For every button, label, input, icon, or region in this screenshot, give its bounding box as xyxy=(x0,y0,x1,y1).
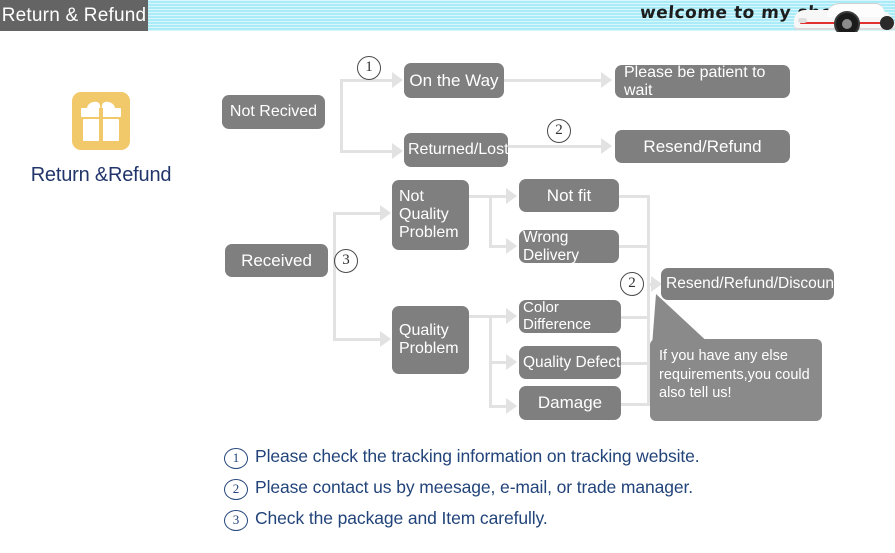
collector-from-not-fit xyxy=(619,195,650,198)
note-number: 1 xyxy=(224,448,248,469)
node-not-recived: Not Recived xyxy=(222,95,325,129)
arrow-to-not-quality-problem xyxy=(380,205,391,221)
note-text: Check the package and Item carefully. xyxy=(255,508,548,528)
arrow-to-quality-problem xyxy=(380,331,391,347)
sports-car-icon xyxy=(792,2,895,32)
arrow-to-resend-refund xyxy=(601,138,612,154)
connector-on-the-way-to-wait xyxy=(504,79,604,82)
note-text: Please contact us by meesage, e-mail, or… xyxy=(255,477,694,497)
connector-to-returned-lost xyxy=(340,150,396,153)
arrow-to-wrong-delivery xyxy=(506,238,517,254)
return-refund-badge: Return &Refund xyxy=(25,92,177,187)
arrow-to-on-the-way xyxy=(392,72,403,88)
node-quality-problem: Quality Problem xyxy=(392,306,469,374)
node-returned-lost: Returned/Lost xyxy=(404,133,509,167)
marker-2-right: 2 xyxy=(620,272,644,296)
connector-received-trunk xyxy=(333,212,336,340)
arrow-to-damage xyxy=(506,398,517,414)
connector-quality-split xyxy=(489,315,492,405)
node-not-fit: Not fit xyxy=(519,179,619,212)
arrow-to-color-difference xyxy=(506,308,517,324)
arrow-to-please-wait xyxy=(601,72,612,88)
list-item: 2 Please contact us by meesage, e-mail, … xyxy=(224,477,844,500)
speech-bubble-text: If you have any else requirements,you co… xyxy=(659,348,810,402)
note-number: 3 xyxy=(224,510,248,531)
collector-from-damage xyxy=(621,403,650,406)
arrow-to-quality-defect xyxy=(506,354,517,370)
node-damage: Damage xyxy=(519,386,621,420)
list-item: 3 Check the package and Item carefully. xyxy=(224,508,844,531)
list-item: 1 Please check the tracking information … xyxy=(224,446,844,469)
arrow-to-returned-lost xyxy=(392,143,403,159)
node-on-the-way: On the Way xyxy=(404,63,504,98)
node-resend-refund: Resend/Refund xyxy=(615,130,790,163)
node-wrong-delivery: Wrong Delivery xyxy=(519,229,619,264)
page-title-tab: Return & Refund xyxy=(0,0,148,31)
collector-from-quality-defect xyxy=(621,362,650,365)
note-text: Please check the tracking information on… xyxy=(255,446,700,466)
collector-from-wrong-delivery xyxy=(619,245,650,248)
connector-to-not-fit xyxy=(469,195,511,198)
connector-not-quality-split xyxy=(489,195,492,247)
node-please-be-patient: Please be patient to wait xyxy=(615,64,790,99)
node-quality-defect: Quality Defect xyxy=(519,346,621,379)
arrow-to-not-fit xyxy=(506,188,517,204)
marker-1-top: 1 xyxy=(357,56,381,80)
node-color-difference: Color Difference xyxy=(519,299,621,333)
return-refund-infographic: Return & Refund welcome to my shop Retur… xyxy=(0,0,895,553)
collector-from-color-difference xyxy=(621,316,650,319)
connector-to-quality xyxy=(333,338,383,341)
note-number: 2 xyxy=(224,479,248,500)
marker-3: 3 xyxy=(334,249,358,273)
gift-icon xyxy=(72,92,130,150)
footnotes-list: 1 Please check the tracking information … xyxy=(224,446,844,539)
gift-label: Return &Refund xyxy=(30,164,172,186)
speech-bubble: If you have any else requirements,you co… xyxy=(650,339,822,421)
node-not-quality-problem: Not Quality Problem xyxy=(392,180,469,250)
node-received: Received xyxy=(225,244,328,277)
connector-not-recived-trunk xyxy=(340,79,343,153)
connector-returned-to-resend xyxy=(508,145,604,148)
connector-to-color-difference xyxy=(469,315,511,318)
connector-to-not-quality xyxy=(333,212,383,215)
marker-2-top: 2 xyxy=(547,119,571,143)
